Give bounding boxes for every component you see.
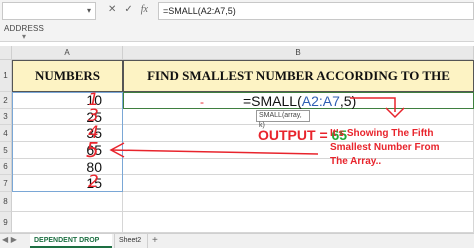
sheet-nav-icon[interactable]: ◀ ▶ bbox=[2, 235, 17, 244]
result-arrow bbox=[110, 149, 319, 155]
annotation-arrows bbox=[109, 97, 405, 158]
sheet-tab-dependent-drop-down[interactable]: DEPENDENT DROP DOWN bbox=[30, 234, 112, 248]
sheet-tab-bar: ◀ ▶ DEPENDENT DROP DOWN Sheet2 + bbox=[0, 233, 474, 248]
add-sheet-icon[interactable]: + bbox=[152, 234, 158, 247]
sheet-tab-sheet2[interactable]: Sheet2 bbox=[114, 234, 148, 248]
